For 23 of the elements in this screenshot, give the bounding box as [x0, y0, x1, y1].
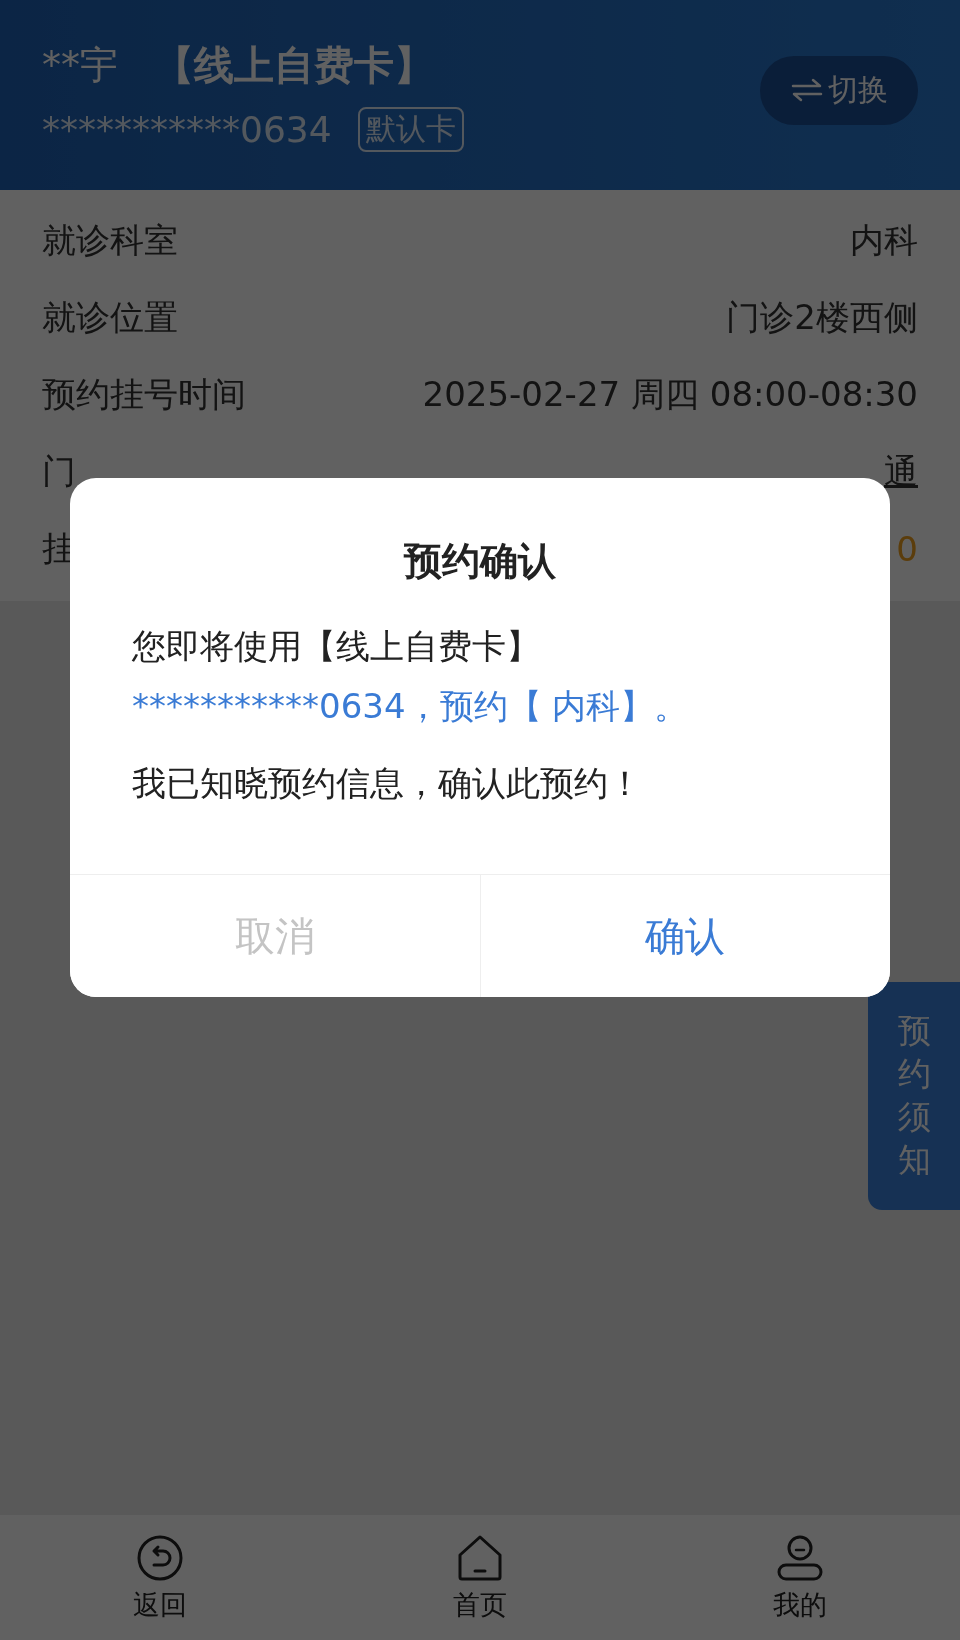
detail-value: 2025-02-27 周四 08:00-08:30: [422, 372, 918, 416]
confirm-button[interactable]: 确认: [479, 875, 890, 997]
detail-value: 门诊2楼西侧: [726, 295, 918, 339]
detail-label: 就诊位置: [42, 295, 178, 339]
nav-tab[interactable]: 首页: [453, 1532, 507, 1623]
detail-value: 内科: [850, 218, 918, 262]
patient-name: **宇: [42, 42, 118, 89]
appointment-notice-tab[interactable]: 预约须知: [868, 982, 960, 1210]
detail-value: 0: [896, 528, 918, 569]
detail-value[interactable]: 通: [884, 448, 918, 495]
dialog-confirmation: 我已知晓预约信息，确认此预约！: [132, 762, 643, 805]
dialog-message: 您即将使用【线上自费卡】 ***********0634，预约【 内科】。: [132, 625, 690, 728]
card-number: ***********0634: [42, 109, 332, 150]
detail-label: 就诊科室: [42, 218, 178, 262]
switch-button[interactable]: 切换: [760, 55, 918, 125]
card-type: 【线上自费卡】: [154, 41, 434, 90]
detail-label: 门: [42, 449, 76, 493]
swap-icon: [790, 77, 824, 103]
default-card-badge: 默认卡: [357, 107, 464, 152]
nav-tab[interactable]: 我的: [773, 1532, 827, 1623]
nav-tab[interactable]: 返回: [133, 1532, 187, 1623]
detail-label: 预约挂号时间: [42, 372, 246, 416]
dialog-title: 预约确认: [402, 538, 557, 585]
